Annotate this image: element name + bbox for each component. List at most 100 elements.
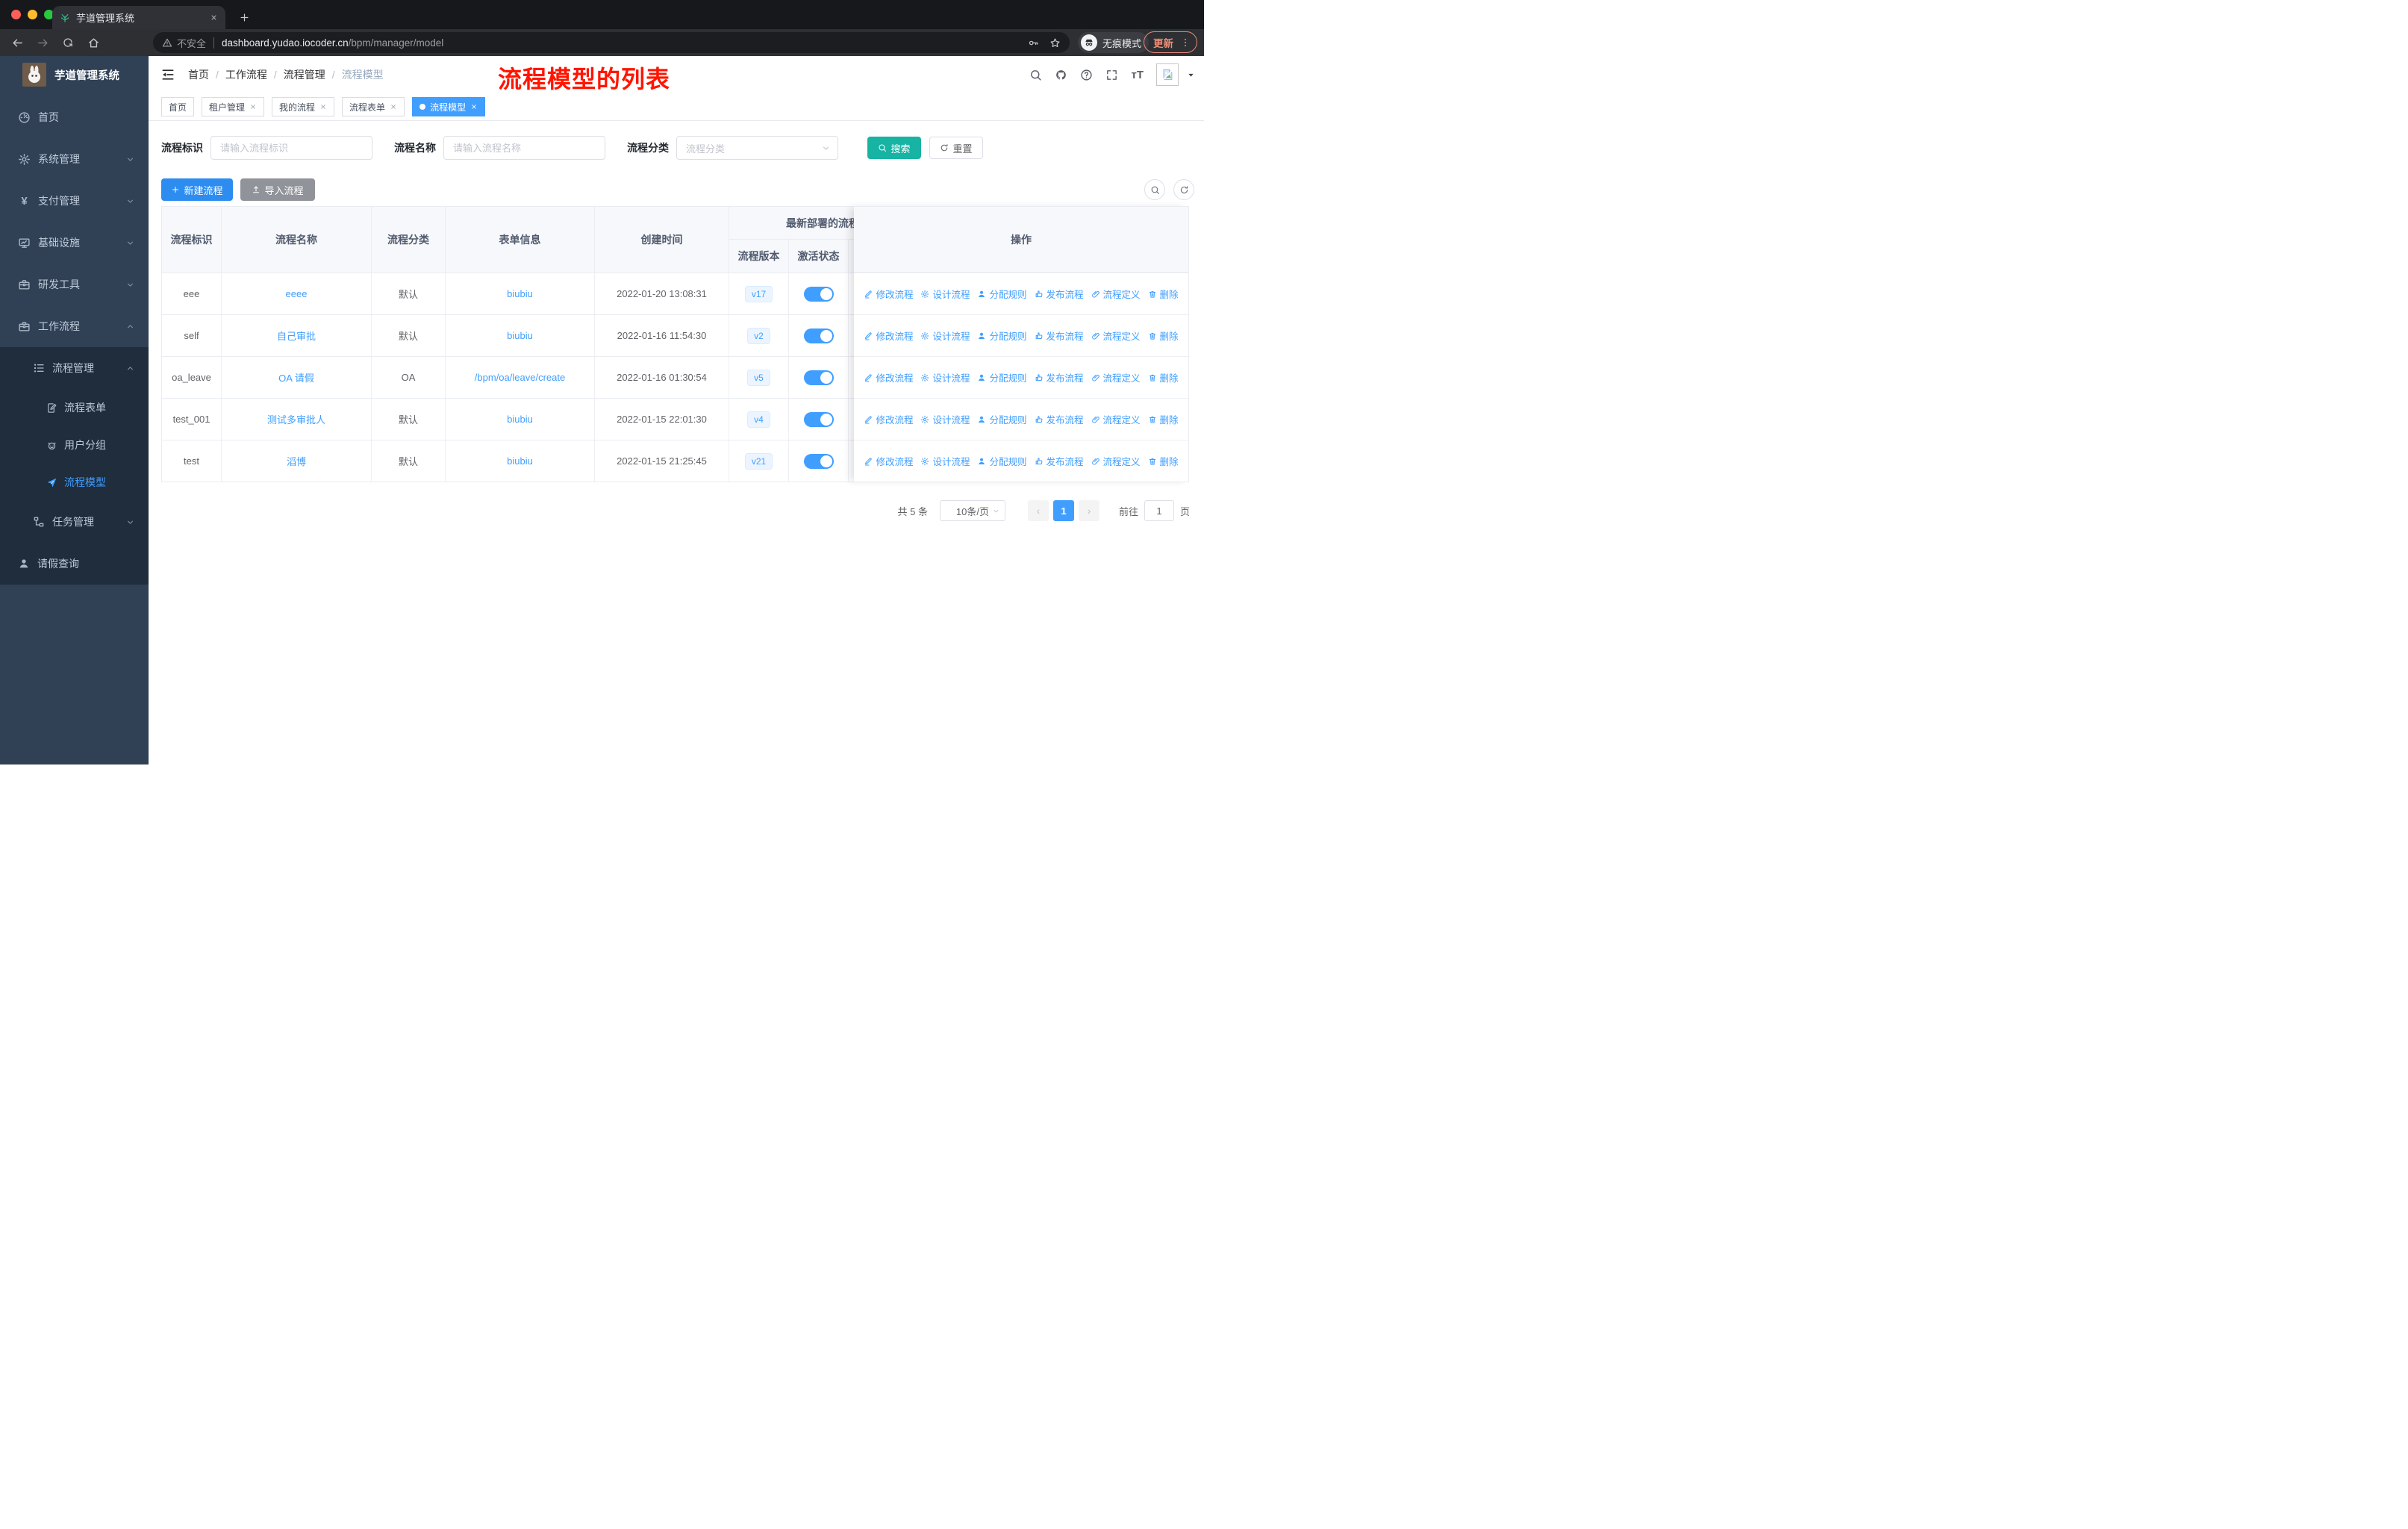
- delete-link[interactable]: 删除: [1148, 454, 1179, 468]
- new-tab-button[interactable]: [234, 7, 254, 27]
- publish-process-link[interactable]: 发布流程: [1035, 412, 1084, 426]
- process-name-link[interactable]: eeee: [286, 288, 308, 299]
- key-icon[interactable]: [1028, 37, 1039, 49]
- modify-process-link[interactable]: 修改流程: [864, 454, 913, 468]
- delete-link[interactable]: 删除: [1148, 328, 1179, 343]
- active-switch[interactable]: [803, 370, 834, 385]
- active-switch[interactable]: [803, 328, 834, 343]
- sidebar-item-process-mgmt[interactable]: 流程管理: [0, 347, 149, 389]
- sidebar-item-process-model[interactable]: 流程模型: [0, 464, 149, 501]
- form-info-link[interactable]: biubiu: [507, 330, 533, 341]
- breadcrumb-process-mgmt[interactable]: 流程管理: [284, 67, 325, 82]
- tag-home[interactable]: 首页: [161, 97, 195, 116]
- process-name-link[interactable]: 自己审批: [277, 328, 316, 343]
- tag-my-process[interactable]: 我的流程: [272, 97, 335, 116]
- sidebar-item-infra[interactable]: 基础设施: [0, 222, 149, 264]
- caret-down-icon[interactable]: [1187, 71, 1195, 79]
- browser-tab[interactable]: 芋道管理系统: [52, 6, 225, 29]
- sidebar-item-devtools[interactable]: 研发工具: [0, 264, 149, 305]
- modify-process-link[interactable]: 修改流程: [864, 412, 913, 426]
- design-process-link[interactable]: 设计流程: [920, 454, 970, 468]
- process-definition-link[interactable]: 流程定义: [1091, 412, 1141, 426]
- reload-button[interactable]: [55, 32, 81, 53]
- github-icon[interactable]: [1055, 69, 1067, 81]
- tag-close-icon[interactable]: [470, 103, 478, 110]
- delete-link[interactable]: 删除: [1148, 412, 1179, 426]
- assign-rule-link[interactable]: 分配规则: [977, 328, 1027, 343]
- breadcrumb-workflow[interactable]: 工作流程: [225, 67, 267, 82]
- design-process-link[interactable]: 设计流程: [920, 328, 970, 343]
- sidebar-collapse-icon[interactable]: [160, 67, 175, 82]
- active-switch[interactable]: [803, 286, 834, 302]
- reset-button[interactable]: 重置: [929, 137, 983, 159]
- tag-close-icon[interactable]: [390, 103, 397, 110]
- minimize-window-button[interactable]: [28, 10, 37, 19]
- active-switch[interactable]: [803, 453, 834, 469]
- search-icon[interactable]: [1029, 69, 1042, 81]
- sidebar-item-system[interactable]: 系统管理: [0, 138, 149, 180]
- address-bar[interactable]: 不安全 dashboard.yudao.iocoder.cn /bpm/mana…: [153, 32, 1070, 53]
- category-select[interactable]: 流程分类: [676, 136, 838, 160]
- back-button[interactable]: [4, 32, 30, 53]
- version-badge[interactable]: v2: [747, 327, 770, 344]
- process-name-link[interactable]: 测试多审批人: [267, 412, 325, 426]
- assign-rule-link[interactable]: 分配规则: [977, 454, 1027, 468]
- forward-button[interactable]: [30, 32, 55, 53]
- sidebar-item-process-form[interactable]: 流程表单: [0, 389, 149, 426]
- home-button[interactable]: [81, 32, 106, 53]
- version-badge[interactable]: v5: [747, 369, 770, 386]
- next-page-button[interactable]: ›: [1078, 500, 1099, 521]
- font-size-icon[interactable]: тT: [1131, 69, 1144, 81]
- close-window-button[interactable]: [11, 10, 21, 19]
- page-size-select[interactable]: 10条/页: [939, 500, 1005, 521]
- publish-process-link[interactable]: 发布流程: [1035, 454, 1084, 468]
- current-page-button[interactable]: 1: [1052, 500, 1074, 521]
- browser-update-button[interactable]: 更新: [1144, 31, 1197, 53]
- delete-link[interactable]: 删除: [1148, 287, 1179, 301]
- tab-close-icon[interactable]: [210, 13, 218, 22]
- search-button[interactable]: 搜索: [867, 137, 921, 159]
- import-process-button[interactable]: 导入流程: [240, 178, 315, 201]
- refresh-table-button[interactable]: [1173, 179, 1194, 200]
- prev-page-button[interactable]: ‹: [1027, 500, 1049, 521]
- process-definition-link[interactable]: 流程定义: [1091, 328, 1141, 343]
- window-controls[interactable]: [11, 10, 54, 19]
- sidebar-item-user-group[interactable]: 用户分组: [0, 426, 149, 464]
- design-process-link[interactable]: 设计流程: [920, 287, 970, 301]
- breadcrumb-home[interactable]: 首页: [188, 67, 209, 82]
- modify-process-link[interactable]: 修改流程: [864, 328, 913, 343]
- tag-close-icon[interactable]: [249, 103, 257, 110]
- browser-menu-icon[interactable]: [1180, 37, 1191, 48]
- help-icon[interactable]: [1080, 69, 1093, 81]
- design-process-link[interactable]: 设计流程: [920, 370, 970, 384]
- process-definition-link[interactable]: 流程定义: [1091, 370, 1141, 384]
- active-switch[interactable]: [803, 411, 834, 427]
- process-definition-link[interactable]: 流程定义: [1091, 454, 1141, 468]
- app-logo[interactable]: 芋道管理系统: [0, 56, 149, 93]
- sidebar-item-home[interactable]: 首页: [0, 96, 149, 138]
- process-name-link[interactable]: 滔博: [287, 454, 306, 468]
- avatar[interactable]: [1156, 63, 1179, 86]
- publish-process-link[interactable]: 发布流程: [1035, 287, 1084, 301]
- tag-tenant[interactable]: 租户管理: [202, 97, 265, 116]
- assign-rule-link[interactable]: 分配规则: [977, 287, 1027, 301]
- sidebar-item-task-mgmt[interactable]: 任务管理: [0, 501, 149, 543]
- modify-process-link[interactable]: 修改流程: [864, 370, 913, 384]
- tag-process-model[interactable]: 流程模型: [412, 97, 486, 116]
- bookmark-star-icon[interactable]: [1049, 37, 1061, 49]
- tag-process-form[interactable]: 流程表单: [342, 97, 405, 116]
- process-key-input[interactable]: [210, 136, 372, 160]
- publish-process-link[interactable]: 发布流程: [1035, 328, 1084, 343]
- create-process-button[interactable]: 新建流程: [161, 178, 233, 201]
- assign-rule-link[interactable]: 分配规则: [977, 370, 1027, 384]
- process-name-input[interactable]: [443, 136, 605, 160]
- delete-link[interactable]: 删除: [1148, 370, 1179, 384]
- form-info-link[interactable]: biubiu: [507, 288, 533, 299]
- version-badge[interactable]: v17: [744, 285, 773, 302]
- form-info-link[interactable]: biubiu: [507, 414, 533, 425]
- sidebar-item-leave-query[interactable]: 请假查询: [0, 543, 149, 585]
- toggle-search-button[interactable]: [1144, 179, 1165, 200]
- form-info-link[interactable]: /bpm/oa/leave/create: [475, 372, 565, 383]
- goto-page-input[interactable]: [1144, 500, 1174, 521]
- version-badge[interactable]: v4: [747, 411, 770, 428]
